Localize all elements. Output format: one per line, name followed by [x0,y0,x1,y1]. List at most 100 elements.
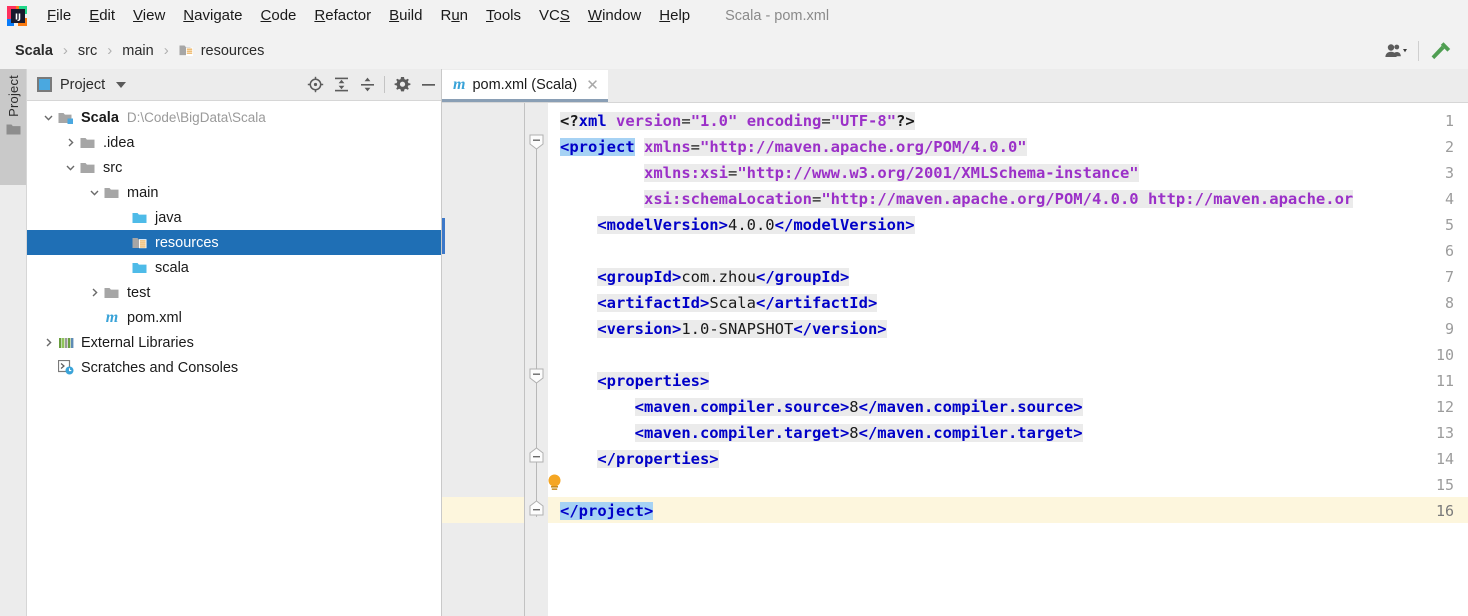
lightbulb-icon[interactable] [546,473,563,499]
expand-all-icon[interactable] [328,72,354,98]
tree-node-idea[interactable]: .idea [27,130,441,155]
locate-target-icon[interactable] [302,72,328,98]
code-token [737,112,747,130]
tree-node-src[interactable]: src [27,155,441,180]
code-token: </project> [560,502,654,520]
code-token: ?> [896,112,915,130]
menu-item-vcs[interactable]: VCS [530,4,579,28]
menu-item-tools[interactable]: Tools [477,4,530,28]
menu-item-run[interactable]: Run [431,4,477,28]
tree-node-test[interactable]: test [27,280,441,305]
build-hammer-icon[interactable] [1424,38,1458,64]
code-line[interactable]: <properties> [560,368,710,394]
breadcrumb-item-scala[interactable]: Scala [12,42,56,60]
fold-region-line [536,383,537,493]
project-tool-window: Project Scala D:\Code\BigData\Scala .ide… [27,69,442,616]
editor-tab-pom-xml[interactable]: m pom.xml (Scala) ✕ [442,70,608,102]
tree-node-label: src [103,159,123,176]
tree-node-external-libraries[interactable]: External Libraries [27,330,441,355]
close-icon[interactable]: ✕ [586,76,599,94]
chevron-right-icon[interactable] [85,287,103,298]
line-number: 13 [1435,424,1454,442]
fold-marker-end[interactable] [529,447,544,463]
menu-item-build[interactable]: Build [380,4,431,28]
code-token: xml [578,112,607,130]
tool-window-stripe-left: Project [0,69,27,616]
project-view-icon [37,77,52,92]
breadcrumb: Scala › src › main › resources [12,42,267,60]
menu-item-edit[interactable]: Edit [80,4,124,28]
tree-node-scala-src[interactable]: scala [27,255,441,280]
tree-node-scratches-and-consoles[interactable]: Scratches and Consoles [27,355,441,380]
code-token: "1.0" [690,112,738,130]
collapse-all-icon[interactable] [354,72,380,98]
user-account-icon[interactable] [1379,38,1413,64]
menu-item-navigate[interactable]: Navigate [174,4,251,28]
code-line[interactable]: xsi:schemaLocation="http://maven.apache.… [560,186,1354,212]
tree-node-path: D:\Code\BigData\Scala [126,110,266,125]
code-line[interactable]: </project> [560,498,654,524]
navbar-actions [1379,32,1468,69]
chevron-down-icon[interactable] [85,187,103,198]
code-line[interactable]: <?xml version="1.0" encoding="UTF-8"?> [560,108,915,134]
code-token: "UTF-8" [830,112,897,130]
chevron-down-icon[interactable] [61,162,79,173]
breadcrumb-label: resources [200,42,265,59]
breadcrumb-label: src [77,42,98,59]
breadcrumb-item-main[interactable]: main [119,42,156,60]
line-number: 5 [1444,216,1454,234]
menu-item-view[interactable]: View [124,4,174,28]
chevron-down-icon[interactable] [39,112,57,123]
tree-node-label: .idea [103,134,135,151]
code-line[interactable]: <modelVersion>4.0.0</modelVersion> [560,212,915,238]
breadcrumb-item-resources[interactable]: resources [176,42,268,60]
code-token: xmlns:xsi [644,164,728,182]
folder-icon [6,123,21,141]
tree-node-java[interactable]: java [27,205,441,230]
menu-item-window[interactable]: Window [579,4,650,28]
tree-node-scala[interactable]: Scala D:\Code\BigData\Scala [27,105,441,130]
breadcrumb-item-src[interactable]: src [75,42,100,60]
line-number: 4 [1444,190,1454,208]
code-line[interactable]: </properties> [560,446,719,472]
code-line[interactable]: <version>1.0-SNAPSHOT</version> [560,316,887,342]
tree-node-resources[interactable]: resources [27,230,441,255]
folder-icon [103,286,121,300]
libraries-icon [57,336,75,350]
hide-minimize-icon[interactable] [415,72,441,98]
settings-gear-icon[interactable] [389,72,415,98]
code-editor[interactable]: 1 2 3 4 5 6 7 8 9 10 11 12 13 14 15 16 <?xml version="1… [442,103,1468,616]
fold-marker-expanded[interactable] [529,134,544,150]
code-line[interactable]: <artifactId>Scala</artifactId> [560,290,878,316]
gutter-change-marker [442,218,445,254]
code-line[interactable]: xmlns:xsi="http://www.w3.org/2001/XMLSch… [560,160,1139,186]
line-number-gutter [442,103,524,616]
code-line[interactable]: <maven.compiler.source>8</maven.compiler… [560,394,1083,420]
code-token: = [681,112,691,130]
chevron-down-icon[interactable] [116,81,127,88]
menu-item-refactor[interactable]: Refactor [305,4,380,28]
chevron-right-icon[interactable] [39,337,57,348]
maven-file-icon: m [105,308,119,326]
tree-node-pom-xml[interactable]: m pom.xml [27,305,441,330]
tree-node-main[interactable]: main [27,180,441,205]
stripe-button-project[interactable]: Project [0,69,26,185]
code-line[interactable]: <maven.compiler.target>8</maven.compiler… [560,420,1083,446]
fold-marker-expanded[interactable] [529,368,544,384]
fold-marker-end[interactable] [529,500,544,516]
code-token: = [690,138,701,156]
menu-item-code[interactable]: Code [252,4,306,28]
intellij-idea-window: IJ File Edit View Navigate Code Refactor… [0,0,1468,616]
maven-file-icon: m [453,75,466,93]
code-token: </version> [793,320,887,338]
menu-item-file[interactable]: File [38,4,80,28]
menu-item-help[interactable]: Help [650,4,699,28]
code-token: com.zhou [681,268,756,286]
code-line[interactable]: <groupId>com.zhou</groupId> [560,264,850,290]
chevron-right-icon[interactable] [61,137,79,148]
code-line[interactable]: <project xmlns="http://maven.apache.org/… [560,134,1027,160]
